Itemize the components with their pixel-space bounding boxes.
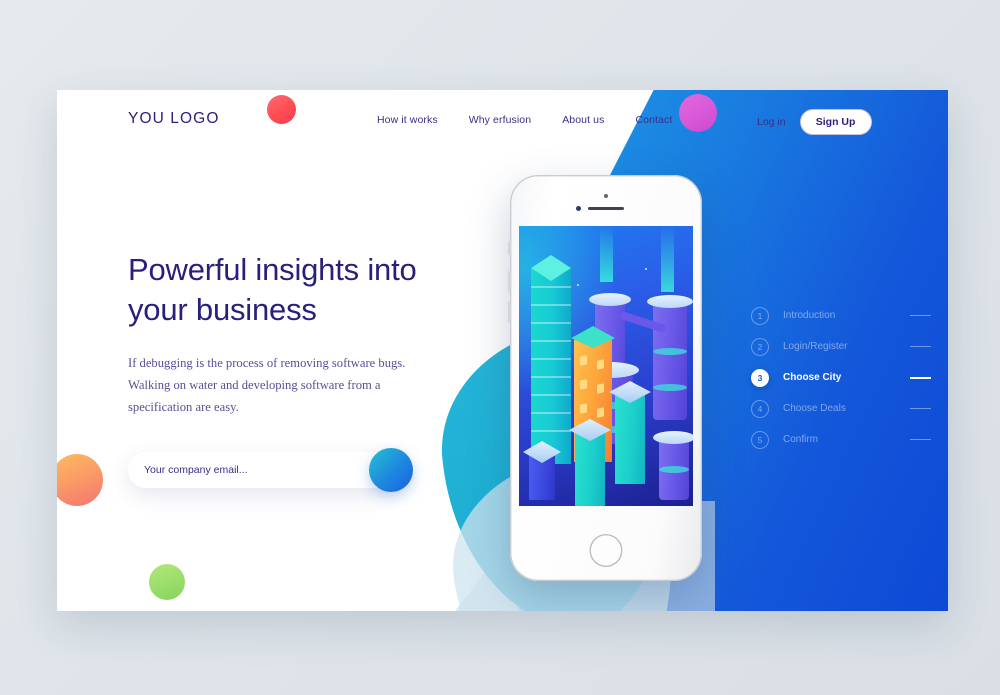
step-dash-icon [910, 438, 931, 441]
step-dash-icon [910, 376, 931, 379]
step-dash-icon [910, 345, 931, 348]
orange-circle-decoration [57, 454, 103, 506]
earpiece-speaker-icon [588, 207, 624, 211]
site-header: YOU LOGO How it works Why erfusion About… [57, 90, 948, 152]
cylinder-cap [647, 295, 693, 308]
step-dash-icon [910, 314, 931, 317]
nav-item-about-us[interactable]: About us [562, 114, 604, 126]
step-label: Confirm [783, 434, 819, 445]
home-button[interactable] [589, 534, 623, 567]
front-camera-icon [576, 206, 581, 211]
step-label: Introduction [783, 310, 836, 321]
headline-line-2: your business [128, 291, 317, 327]
cylinder-ring [653, 384, 687, 391]
cylinder-ring [653, 348, 687, 355]
cyan-stepped-tower [531, 268, 571, 464]
brand-logo[interactable]: YOU LOGO [128, 110, 219, 128]
red-circle-decoration [267, 95, 296, 124]
nav-item-how-it-works[interactable]: How it works [377, 114, 438, 126]
hero-copy: Powerful insights into your business If … [128, 250, 458, 418]
isometric-city-illustration [519, 226, 693, 506]
nav-item-contact[interactable]: Contact [635, 114, 672, 126]
step-label: Login/Register [783, 341, 848, 352]
headline-line-1: Powerful insights into [128, 252, 417, 287]
stepper-item-login-register[interactable]: 2 Login/Register [751, 331, 931, 362]
nav-item-why-erfusion[interactable]: Why erfusion [469, 114, 531, 126]
blue-box-building [523, 441, 561, 500]
teal-box-building [609, 381, 651, 484]
progress-stepper: 1 Introduction 2 Login/Register 3 Choose… [751, 300, 931, 455]
stepper-item-choose-city[interactable]: 3 Choose City [751, 362, 931, 393]
email-signup-form [128, 448, 413, 492]
front-sensor-icon [604, 194, 608, 198]
email-input[interactable] [144, 464, 339, 476]
magenta-circle-decoration [679, 94, 717, 132]
cylinder-cap [589, 293, 631, 306]
stepper-item-choose-deals[interactable]: 4 Choose Deals [751, 393, 931, 424]
green-circle-decoration [149, 564, 185, 600]
hero-description: If debugging is the process of removing … [128, 356, 406, 414]
mute-switch[interactable] [508, 241, 511, 255]
light-beam [600, 226, 613, 282]
step-dash-icon [910, 407, 931, 410]
cylinder-cap [653, 431, 693, 444]
step-number: 4 [751, 399, 769, 418]
hero-card: YOU LOGO How it works Why erfusion About… [57, 90, 948, 611]
step-label: Choose City [783, 372, 842, 383]
cylinder-tower-small [653, 431, 693, 500]
step-number: 3 [751, 368, 769, 387]
teal-box-building [569, 419, 611, 506]
phone-screen [519, 226, 693, 506]
auth-actions: Log in Sign Up [757, 109, 872, 135]
stepper-item-introduction[interactable]: 1 Introduction [751, 300, 931, 331]
submit-arrow-button[interactable] [369, 448, 413, 492]
main-navigation: How it works Why erfusion About us Conta… [377, 114, 672, 126]
step-number: 5 [751, 430, 769, 449]
step-number: 1 [751, 306, 769, 325]
volume-up-button[interactable] [508, 271, 511, 293]
light-beam [661, 226, 674, 292]
page-title: Powerful insights into your business [128, 250, 458, 329]
cylinder-ring [659, 466, 689, 473]
volume-down-button[interactable] [508, 301, 511, 323]
phone-mockup [508, 175, 702, 581]
step-number: 2 [751, 337, 769, 356]
step-label: Choose Deals [783, 403, 846, 414]
signup-button[interactable]: Sign Up [799, 109, 872, 135]
cylinder-tower [647, 295, 693, 420]
login-link[interactable]: Log in [757, 116, 786, 128]
stepper-item-confirm[interactable]: 5 Confirm [751, 424, 931, 455]
